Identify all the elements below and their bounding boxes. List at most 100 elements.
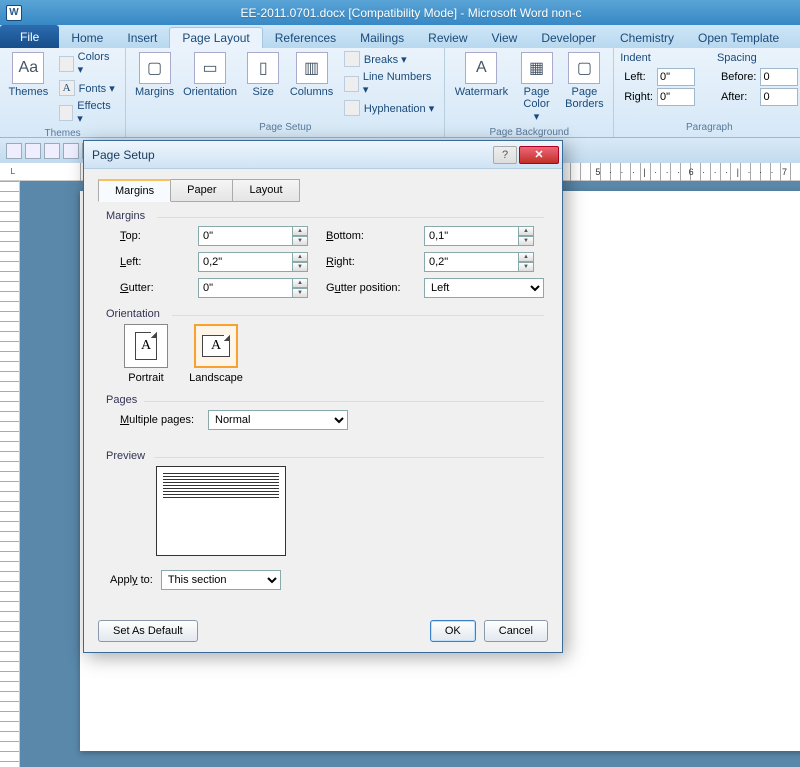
ruler-right-numbers: 5 · · · | · · · 6 · · · | · · · 7: [595, 167, 790, 177]
gutter-input[interactable]: [198, 278, 293, 298]
page-setup-dialog: Page Setup ? ✕ Margins Paper Layout Marg…: [83, 140, 563, 653]
qat-icon-3[interactable]: [44, 143, 60, 159]
page-borders-button[interactable]: ▢Page Borders: [562, 50, 608, 112]
right-label: Right:: [326, 256, 406, 268]
group-themes: Aa Themes Colors ▾ AFonts ▾ Effects ▾ Th…: [0, 48, 126, 137]
page-color-button[interactable]: ▦Page Color ▾: [515, 50, 557, 125]
tab-open-template[interactable]: Open Template: [686, 28, 791, 48]
group-page-setup: ▢Margins ▭Orientation ▯Size ▥Columns Bre…: [126, 48, 445, 137]
fieldset-orientation: Orientation A Portrait A Landscape: [102, 308, 544, 384]
right-input[interactable]: [424, 252, 519, 272]
fieldset-pages-title: Pages: [102, 394, 544, 406]
hyphenation-button[interactable]: Hyphenation ▾: [340, 99, 438, 117]
fieldset-margins: Margins Top: ▲▼ Bottom: ▲▼ Left: ▲▼ Righ…: [102, 210, 544, 298]
indent-left-input[interactable]: [657, 68, 695, 86]
tab-home[interactable]: Home: [59, 28, 115, 48]
themes-button[interactable]: Aa Themes: [6, 50, 51, 100]
margins-button[interactable]: ▢Margins: [132, 50, 177, 100]
qat-icon-4[interactable]: [63, 143, 79, 159]
dialog-tabs: Margins Paper Layout: [98, 179, 548, 202]
group-label-page-setup: Page Setup: [132, 120, 438, 135]
tab-references[interactable]: References: [263, 28, 348, 48]
top-spinner[interactable]: ▲▼: [293, 226, 308, 246]
dialog-help-button[interactable]: ?: [493, 146, 517, 164]
spacing-before-label: Before:: [721, 71, 756, 83]
gutter-spinner[interactable]: ▲▼: [293, 278, 308, 298]
dialog-title-bar[interactable]: Page Setup ? ✕: [84, 141, 562, 169]
dialog-title: Page Setup: [92, 148, 493, 162]
bottom-label: Bottom:: [326, 230, 406, 242]
spacing-title: Spacing: [717, 52, 798, 64]
watermark-button[interactable]: AWatermark: [451, 50, 511, 100]
top-input[interactable]: [198, 226, 293, 246]
orientation-button[interactable]: ▭Orientation: [181, 50, 239, 100]
ok-button[interactable]: OK: [430, 620, 476, 642]
group-label-paragraph: Paragraph: [620, 120, 798, 135]
preview-image: [156, 466, 286, 556]
left-spinner[interactable]: ▲▼: [293, 252, 308, 272]
group-paragraph: Indent Left: Right: Spacing Before:: [614, 48, 800, 137]
colors-button[interactable]: Colors ▾: [55, 50, 120, 77]
page-color-icon: ▦: [521, 52, 553, 84]
line-numbers-button[interactable]: Line Numbers ▾: [340, 70, 438, 97]
apply-to-select[interactable]: This section: [161, 570, 281, 590]
fonts-button[interactable]: AFonts ▾: [55, 79, 120, 97]
fieldset-orientation-title: Orientation: [102, 308, 544, 320]
app-title-bar: W EE-2011.0701.docx [Compatibility Mode]…: [0, 0, 800, 25]
tab-mailings[interactable]: Mailings: [348, 28, 416, 48]
bottom-spinner[interactable]: ▲▼: [519, 226, 534, 246]
fieldset-pages: Pages Multiple pages: Normal: [102, 394, 544, 430]
breaks-button[interactable]: Breaks ▾: [340, 50, 438, 68]
indent-left-label: Left:: [624, 71, 653, 83]
cancel-button[interactable]: Cancel: [484, 620, 548, 642]
tab-page-layout[interactable]: Page Layout: [169, 27, 262, 48]
landscape-button[interactable]: A Landscape: [190, 324, 242, 384]
dialog-close-button[interactable]: ✕: [519, 146, 559, 164]
tab-chemistry[interactable]: Chemistry: [608, 28, 686, 48]
left-input[interactable]: [198, 252, 293, 272]
ribbon-tabs: File Home Insert Page Layout References …: [0, 25, 800, 48]
tab-review[interactable]: Review: [416, 28, 479, 48]
right-spinner[interactable]: ▲▼: [519, 252, 534, 272]
indent-right-label: Right:: [624, 91, 653, 103]
group-label-page-bg: Page Background: [451, 125, 607, 140]
qat-save-icon[interactable]: [6, 143, 22, 159]
ruler-corner-label: L: [10, 167, 15, 177]
size-icon: ▯: [247, 52, 279, 84]
fieldset-preview-title: Preview: [102, 450, 544, 462]
group-page-bg: AWatermark ▦Page Color ▾ ▢Page Borders P…: [445, 48, 614, 137]
indent-right-input[interactable]: [657, 88, 695, 106]
watermark-icon: A: [465, 52, 497, 84]
orientation-icon: ▭: [194, 52, 226, 84]
gutter-label: Gutter:: [120, 282, 180, 294]
dialog-tab-margins[interactable]: Margins: [98, 179, 171, 202]
margins-icon: ▢: [139, 52, 171, 84]
dialog-tab-paper[interactable]: Paper: [170, 179, 233, 202]
tab-view[interactable]: View: [480, 28, 530, 48]
spacing-after-label: After:: [721, 91, 756, 103]
portrait-button[interactable]: A Portrait: [120, 324, 172, 384]
tab-file[interactable]: File: [0, 25, 59, 48]
size-button[interactable]: ▯Size: [243, 50, 283, 100]
effects-button[interactable]: Effects ▾: [55, 99, 120, 126]
multiple-pages-select[interactable]: Normal: [208, 410, 348, 430]
tab-developer[interactable]: Developer: [529, 28, 608, 48]
breaks-icon: [344, 51, 360, 67]
left-label: Left:: [120, 256, 180, 268]
vertical-ruler[interactable]: [0, 181, 20, 767]
set-as-default-button[interactable]: Set As Default: [98, 620, 198, 642]
columns-button[interactable]: ▥Columns: [287, 50, 336, 100]
bottom-input[interactable]: [424, 226, 519, 246]
gutter-pos-select[interactable]: Left: [424, 278, 544, 298]
columns-icon: ▥: [296, 52, 328, 84]
fieldset-preview: Preview Apply to: This section: [102, 450, 544, 590]
qat-icon-2[interactable]: [25, 143, 41, 159]
line-numbers-icon: [344, 76, 359, 92]
group-label-themes: Themes: [6, 126, 119, 141]
spacing-after-input[interactable]: [760, 88, 798, 106]
dialog-tab-layout[interactable]: Layout: [232, 179, 299, 202]
tab-insert[interactable]: Insert: [115, 28, 169, 48]
multiple-pages-label: Multiple pages:: [120, 414, 194, 426]
ribbon: Aa Themes Colors ▾ AFonts ▾ Effects ▾ Th…: [0, 48, 800, 138]
spacing-before-input[interactable]: [760, 68, 798, 86]
